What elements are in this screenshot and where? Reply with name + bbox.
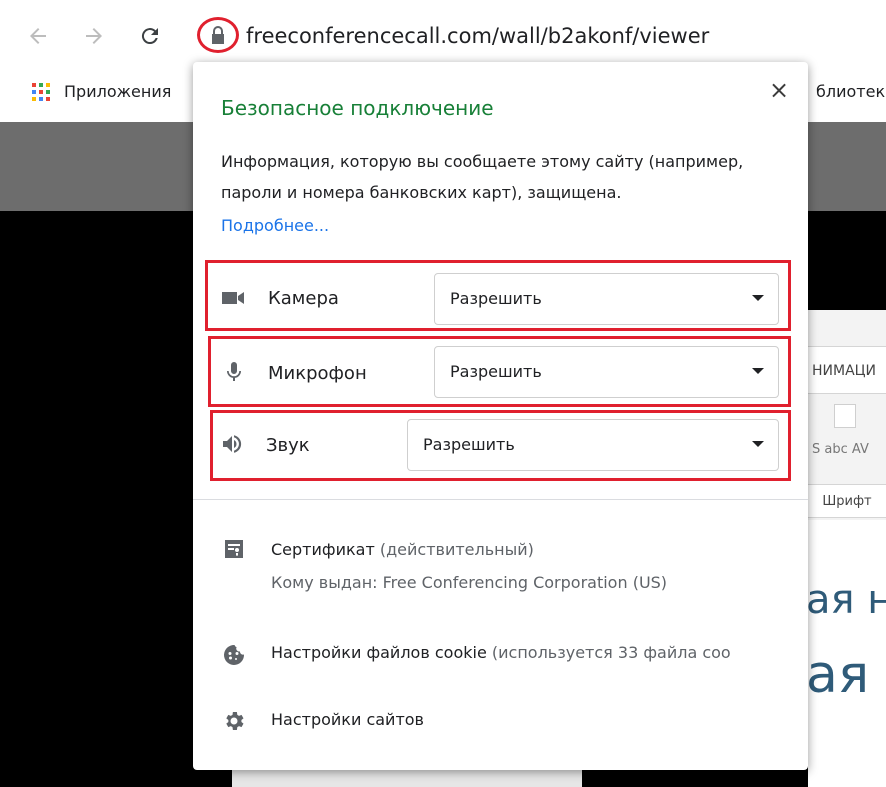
apps-grid-icon[interactable] [32,83,50,101]
sound-permission-select[interactable]: Разрешить [407,419,779,471]
back-button[interactable] [22,20,54,52]
speaker-icon [223,435,242,453]
font-size-box [834,404,856,428]
lock-icon [212,26,224,44]
forward-button[interactable] [78,20,110,52]
permission-label-microphone: Микрофон [268,363,367,384]
chevron-down-icon [752,368,764,374]
permission-label-sound: Звук [266,435,310,456]
camera-permission-select[interactable]: Разрешить [434,273,779,325]
permission-label-camera: Камера [268,288,339,309]
popup-description: Информация, которую вы сообщаете этому с… [221,152,744,202]
ribbon-font-group-label: Шрифт [808,484,886,518]
microphone-permission-value: Разрешить [450,362,542,381]
cookie-icon [224,644,244,665]
document-heading-line2: ая [806,645,870,705]
camera-icon [222,292,244,304]
popup-title: Безопасное подключение [221,96,494,120]
reload-icon [141,28,158,45]
reload-button[interactable] [134,20,166,52]
strike-format-glyphs: S abc AV [812,442,869,457]
back-arrow-icon [30,28,46,44]
gear-icon [226,712,244,730]
chevron-down-icon [752,441,764,447]
certificate-issued-to: Кому выдан: Free Conferencing Corporatio… [271,573,668,592]
close-popup-button[interactable]: × [765,76,793,104]
site-settings-link[interactable]: Настройки сайтов [271,705,424,735]
ribbon-tab-animation: НИМАЦИ [808,346,886,394]
certificate-title: Сертификат [271,540,375,559]
cookie-settings-title: Настройки файлов cookie [271,643,487,662]
popup-divider [193,499,808,500]
microphone-icon [227,362,241,381]
camera-permission-value: Разрешить [450,289,542,308]
certificate-status: (действительный) [379,540,534,559]
cookie-settings-detail: (используется 33 файла coo [491,643,731,662]
address-bar-url[interactable]: freeconferencecall.com/wall/b2akonf/view… [246,20,709,52]
forward-arrow-icon [86,28,102,44]
document-heading-line1: ая на [806,577,886,623]
chevron-down-icon [752,295,764,301]
certificate-icon [225,540,243,558]
certificate-row[interactable]: Сертификат (действительный) [271,535,534,565]
site-info-button[interactable] [197,17,239,53]
microphone-permission-select[interactable]: Разрешить [434,346,779,398]
learn-more-link[interactable]: Подробнее... [221,212,329,240]
bookmark-library[interactable]: блиотек [816,78,885,106]
sound-permission-value: Разрешить [423,435,515,454]
cookie-settings-row[interactable]: Настройки файлов cookie (используется 33… [271,638,731,668]
bookmark-apps[interactable]: Приложения [64,78,171,106]
ribbon-font-controls: S abc AV [808,394,886,484]
